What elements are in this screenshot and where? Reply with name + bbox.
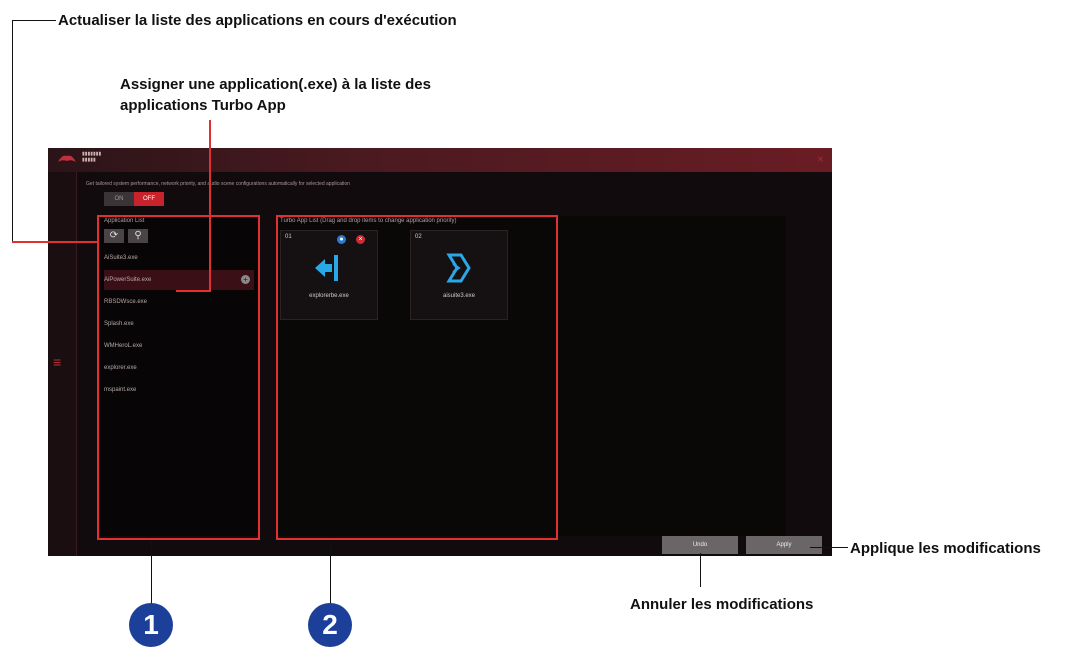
toggle-on[interactable]: ON <box>104 192 134 206</box>
highlight-turbo-app-list <box>276 215 558 540</box>
callout-badge-1: 1 <box>129 603 173 647</box>
highlight-application-list <box>97 215 260 540</box>
close-icon[interactable]: × <box>817 152 824 166</box>
app-title: ▮▮▮▮▮▮▮ ▮▮▮▮▮ <box>82 151 102 163</box>
on-off-toggle[interactable]: ON OFF <box>104 192 164 206</box>
annotation-assign-line2: applications Turbo App <box>120 97 286 114</box>
annotation-undo: Annuler les modifications <box>630 596 814 613</box>
undo-button[interactable]: Undo <box>662 536 738 554</box>
title-bar: ▮▮▮▮▮▮▮ ▮▮▮▮▮ × <box>48 148 832 172</box>
menu-icon[interactable]: ≡ <box>53 354 61 370</box>
toggle-off[interactable]: OFF <box>134 192 164 206</box>
apply-button[interactable]: Apply <box>746 536 822 554</box>
annotation-refresh: Actualiser la liste des applications en … <box>58 12 457 29</box>
callout-badge-2: 2 <box>308 603 352 647</box>
annotation-apply: Applique les modifications <box>850 540 1041 557</box>
side-strip: ≡ <box>48 172 77 556</box>
description-text: Get tailored system performance, network… <box>86 181 350 187</box>
annotation-assign-line1: Assigner une application(.exe) à la list… <box>120 76 431 93</box>
rog-logo-icon <box>58 155 76 162</box>
